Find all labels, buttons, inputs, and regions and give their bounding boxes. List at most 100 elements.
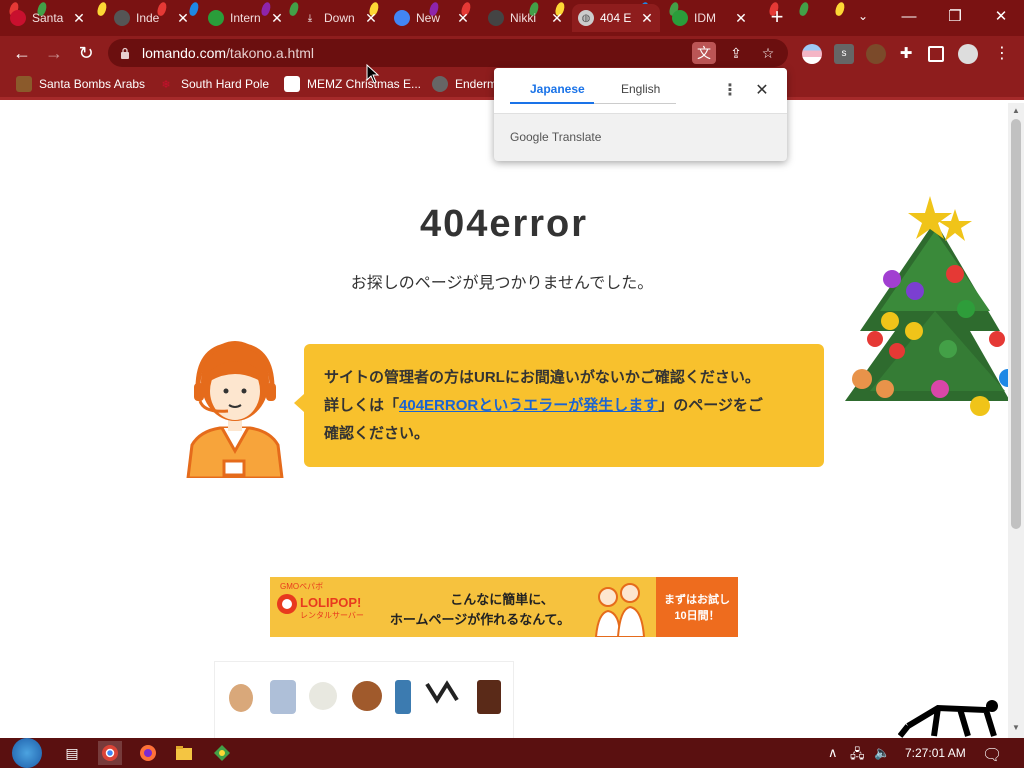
tab-title: New xyxy=(416,11,441,25)
translate-close-icon[interactable]: ✕ xyxy=(754,80,770,100)
screen: Santa ✕ Inde ✕ Intern ✕ ⤓ Down ✕ New ✕ N… xyxy=(0,0,1024,768)
new-tab-plus-icon[interactable]: + xyxy=(765,6,789,30)
bookmark-south-hard-pole[interactable]: ❄ South Hard Pole xyxy=(158,76,269,92)
cta-line: 10日間！ xyxy=(674,610,720,622)
taskbar-clock[interactable]: 7:27:01 AM xyxy=(905,746,966,760)
tab-down[interactable]: ⤓ Down ✕ xyxy=(296,4,384,32)
scroll-down-arrow-icon[interactable]: ▼ xyxy=(1011,723,1021,733)
bookmark-favicon-icon xyxy=(16,76,32,92)
tab-nikki[interactable]: Nikki ✕ xyxy=(482,4,570,32)
task-view-icon[interactable]: ▤ xyxy=(60,741,84,765)
file-explorer-taskbar-icon[interactable] xyxy=(172,741,196,765)
reload-icon[interactable]: ↻ xyxy=(74,41,98,65)
tab-english[interactable]: English xyxy=(621,82,660,96)
profile-avatar-icon[interactable] xyxy=(958,44,978,64)
bookmark-enderm[interactable]: Enderm xyxy=(432,76,497,92)
restore-icon[interactable]: ❐ xyxy=(932,0,978,32)
translate-icon[interactable]: 文 xyxy=(692,42,716,64)
tab-favicon-icon xyxy=(10,10,26,26)
lolipop-banner-ad[interactable]: GMOペパボ LOLIPOP! レンタルサーバー こんなに簡単に、 ホームページ… xyxy=(270,577,738,637)
message-line: 詳しくは「404ERRORというエラーが発生します」のページをご xyxy=(324,392,804,420)
close-window-icon[interactable]: ✕ xyxy=(978,0,1024,32)
lock-icon xyxy=(121,47,129,59)
share-icon[interactable]: ⇪ xyxy=(724,42,748,64)
crawling-figure-decoration xyxy=(898,700,998,738)
chrome-taskbar-icon[interactable] xyxy=(98,741,122,765)
error-info-link[interactable]: 404ERRORというエラーが発生します xyxy=(399,397,658,414)
tab-santa[interactable]: Santa ✕ xyxy=(4,4,92,32)
translate-options-kebab-icon[interactable]: ⋮ xyxy=(722,80,738,100)
bookmark-star-icon[interactable]: ☆ xyxy=(756,42,780,64)
extension-s-icon[interactable]: s xyxy=(834,44,854,64)
chrome-icon xyxy=(394,10,410,26)
cta-line: まずはお試し xyxy=(664,594,730,606)
bookmark-label: MEMZ Christmas E... xyxy=(307,77,422,91)
bookmark-memz-christmas[interactable]: MEMZ Christmas E... xyxy=(284,76,421,92)
forward-arrow-icon[interactable]: → xyxy=(42,41,66,65)
scrollbar-thumb[interactable] xyxy=(1011,119,1021,529)
minimize-icon[interactable]: — xyxy=(886,0,932,32)
support-operator-illustration xyxy=(186,341,284,478)
tab-close-icon[interactable]: ✕ xyxy=(270,10,284,27)
product-thumbnails-image xyxy=(229,680,501,714)
scroll-up-arrow-icon[interactable]: ▲ xyxy=(1011,106,1021,116)
avatar-extension-icon[interactable] xyxy=(866,44,886,64)
translate-popup: Japanese English ⋮ ✕ Google Translate xyxy=(494,68,787,161)
flag-extension-icon[interactable] xyxy=(802,44,822,64)
page-scrollbar[interactable]: ▲ ▼ xyxy=(1008,103,1024,738)
network-icon[interactable]: 🖧 xyxy=(850,745,865,767)
menu-kebab-icon[interactable]: ⋮ xyxy=(992,44,1012,64)
tab-search-chevron-icon[interactable]: ⌄ xyxy=(840,0,886,32)
tab-title: Santa xyxy=(32,11,64,25)
extensions-puzzle-icon[interactable]: ✚ xyxy=(896,44,916,64)
bookmark-santa-bombs-arabs[interactable]: Santa Bombs Arabs xyxy=(16,76,145,92)
banner-brand-sub: レンタルサーバー xyxy=(300,611,364,620)
tab-title: Intern xyxy=(230,11,261,25)
browser-toolbar: ← → ↻ lomando.com/takono.a.html 文 ⇪ ☆ s … xyxy=(0,36,1024,70)
app-taskbar-icon[interactable] xyxy=(210,741,234,765)
tab-close-icon[interactable]: ✕ xyxy=(734,10,748,27)
message-bubble: サイトの管理者の方はURLにお間違いがないかご確認ください。 詳しくは「404E… xyxy=(294,344,824,467)
tab-close-icon[interactable]: ✕ xyxy=(550,10,564,27)
tab-idm[interactable]: IDM ✕ xyxy=(666,4,754,32)
tab-404-error[interactable]: ◍ 404 E ✕ xyxy=(572,4,660,32)
tab-title: IDM xyxy=(694,11,716,25)
back-arrow-icon[interactable]: ← xyxy=(10,41,34,65)
translate-tabs: Japanese English ⋮ ✕ xyxy=(494,68,787,114)
tab-close-icon[interactable]: ✕ xyxy=(456,10,470,27)
firefox-taskbar-icon[interactable] xyxy=(136,741,160,765)
mouse-cursor-icon xyxy=(366,64,380,84)
product-ad-strip[interactable] xyxy=(214,661,514,738)
tab-new[interactable]: New ✕ xyxy=(388,4,476,32)
show-hidden-icons-chevron-icon[interactable]: ∧ xyxy=(828,745,838,761)
globe-icon: ◍ xyxy=(578,10,594,26)
banner-brand: LOLIPOP! xyxy=(300,595,362,610)
web-page: 404error お探しのページが見つかりませんでした。 サイトの管理者の方はU… xyxy=(0,103,1008,738)
translate-brand: Google Translate xyxy=(510,130,602,144)
tab-favicon-icon xyxy=(488,10,504,26)
tab-close-icon[interactable]: ✕ xyxy=(640,10,654,27)
tab-title: Down xyxy=(324,11,355,25)
notifications-icon[interactable]: 🗨 xyxy=(982,745,1002,765)
tab-japanese[interactable]: Japanese xyxy=(530,82,585,96)
banner-cta-button[interactable]: まずはお試し 10日間！ xyxy=(656,577,738,637)
banner-headline-2: ホームページが作れるなんて。 xyxy=(389,612,571,627)
side-panel-icon[interactable] xyxy=(928,46,944,62)
tab-favicon-icon xyxy=(208,10,224,26)
start-button-icon[interactable] xyxy=(12,738,42,768)
bookmark-label: Enderm xyxy=(455,77,498,91)
tab-intern[interactable]: Intern ✕ xyxy=(202,4,290,32)
active-tab-indicator xyxy=(510,102,594,104)
message-line: 確認ください。 xyxy=(324,425,430,442)
tab-divider xyxy=(594,103,676,104)
tab-close-icon[interactable]: ✕ xyxy=(364,10,378,27)
address-bar[interactable]: lomando.com/takono.a.html 文 ⇪ ☆ xyxy=(108,39,788,67)
bookmark-label: Santa Bombs Arabs xyxy=(39,77,146,91)
tab-title: 404 E xyxy=(600,11,632,25)
volume-icon[interactable]: 🔈 xyxy=(874,745,890,761)
url-text: lomando.com/takono.a.html xyxy=(142,45,314,61)
tab-close-icon[interactable]: ✕ xyxy=(176,10,190,27)
tab-close-icon[interactable]: ✕ xyxy=(72,10,86,27)
tab-inde[interactable]: Inde ✕ xyxy=(108,4,196,32)
message-line: サイトの管理者の方はURLにお間違いがないかご確認ください。 xyxy=(324,369,760,386)
